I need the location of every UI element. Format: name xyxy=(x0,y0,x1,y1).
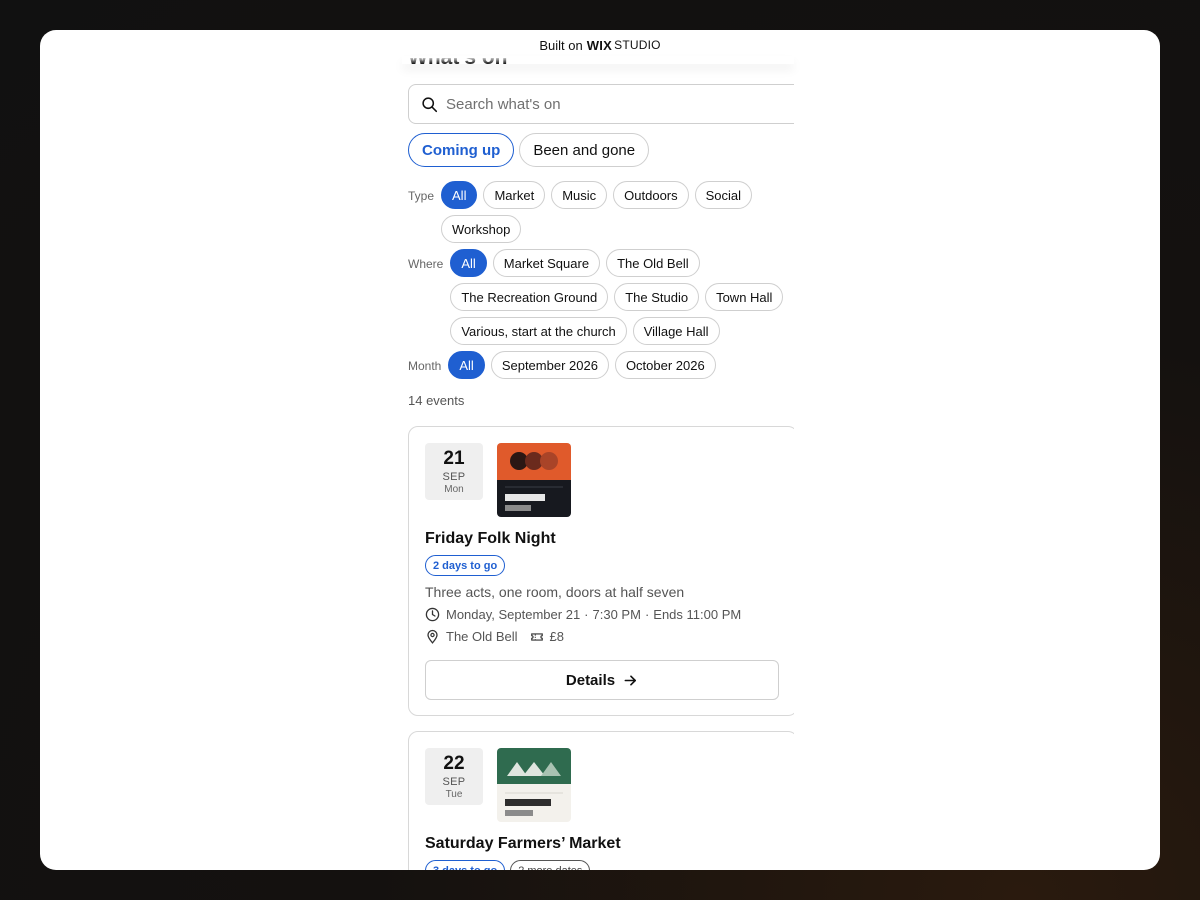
filter-where-chips: All Market Square The Old Bell The Recre… xyxy=(450,249,794,345)
wix-studio-text: STUDIO xyxy=(614,38,661,52)
chip-type-music[interactable]: Music xyxy=(551,181,608,209)
event-day: 22 xyxy=(443,752,465,774)
filter-month: Month All September 2026 October 2026 xyxy=(408,351,768,379)
chip-where-church[interactable]: Various, start at the church xyxy=(450,317,627,345)
event-badges: 3 days to go 2 more dates xyxy=(425,860,591,870)
filter-month-label: Month xyxy=(408,359,442,373)
event-time: Monday, September 21 · 7:30 PM · Ends 11… xyxy=(425,607,741,622)
filter-type: Type All Market Music Outdoors Social Wo… xyxy=(408,181,761,243)
meta-separator: · xyxy=(644,607,650,622)
arrow-right-icon xyxy=(624,674,637,686)
timeframe-tabs: Coming up Been and gone xyxy=(408,133,650,167)
event-badges: 2 days to go xyxy=(425,555,506,576)
chip-where-studio[interactable]: The Studio xyxy=(614,283,700,311)
event-start-time: 7:30 PM xyxy=(592,607,641,622)
tab-coming-up[interactable]: Coming up xyxy=(408,133,515,167)
wix-banner[interactable]: Built on WIX STUDIO xyxy=(40,30,1160,60)
preview-frame: Built on WIX STUDIO What's on Coming up … xyxy=(40,30,1160,870)
event-card[interactable]: 21 SEP Mon Friday Folk Night 2 days to g… xyxy=(408,426,794,716)
countdown-badge: 3 days to go xyxy=(425,860,506,870)
meta-separator: · xyxy=(584,607,589,622)
chip-where-all[interactable]: All xyxy=(450,249,487,277)
event-date: 22 SEP Tue xyxy=(425,748,483,805)
events-page: What's on Coming up Been and gone Type A… xyxy=(408,30,794,870)
more-dates-badge: 2 more dates xyxy=(510,860,591,870)
location-pin-icon xyxy=(427,629,438,644)
event-title[interactable]: Friday Folk Night xyxy=(425,530,556,548)
event-day: 21 xyxy=(443,447,465,469)
event-location: The Old Bell £8 xyxy=(425,629,564,644)
details-button-label: Details xyxy=(565,671,616,689)
event-description: Three acts, one room, doors at half seve… xyxy=(425,584,685,600)
filter-month-chips: All September 2026 October 2026 xyxy=(448,351,768,379)
clock-icon xyxy=(425,607,440,622)
event-title[interactable]: Saturday Farmers’ Market xyxy=(425,835,621,853)
chip-where-old-bell[interactable]: The Old Bell xyxy=(606,249,700,277)
chip-month-all[interactable]: All xyxy=(448,351,485,379)
details-button[interactable]: Details xyxy=(425,660,779,700)
event-price: £8 xyxy=(549,629,565,644)
countdown-badge: 2 days to go xyxy=(425,555,506,576)
chip-type-outdoors[interactable]: Outdoors xyxy=(613,181,689,209)
event-weekday: Mon xyxy=(444,483,464,495)
chip-where-town-hall[interactable]: Town Hall xyxy=(705,283,784,311)
search-box[interactable] xyxy=(408,84,794,124)
chip-where-recreation-ground[interactable]: The Recreation Ground xyxy=(450,283,609,311)
event-venue: The Old Bell xyxy=(446,629,518,644)
search-icon xyxy=(422,96,438,112)
event-month: SEP xyxy=(442,470,466,483)
tab-been-and-gone[interactable]: Been and gone xyxy=(519,133,650,167)
filter-where-label: Where xyxy=(408,257,444,271)
event-count: 14 events xyxy=(408,393,465,408)
event-end-time: Ends 11:00 PM xyxy=(653,607,742,622)
event-date: 21 SEP Mon xyxy=(425,443,483,500)
filter-type-chips: All Market Music Outdoors Social Worksho… xyxy=(441,181,761,243)
chip-month-september[interactable]: September 2026 xyxy=(490,351,609,379)
wix-logo: WIX xyxy=(586,37,613,53)
event-date-text: Monday, September 21 xyxy=(446,607,581,622)
event-thumbnail xyxy=(497,748,571,822)
chip-where-village-hall[interactable]: Village Hall xyxy=(632,317,720,345)
event-card[interactable]: 22 SEP Tue Saturday Farmers’ Market xyxy=(408,731,794,870)
chip-type-market[interactable]: Market xyxy=(483,181,546,209)
event-weekday: Tue xyxy=(445,788,463,800)
wix-banner-prefix: Built on xyxy=(539,37,583,53)
search-input[interactable] xyxy=(446,95,766,113)
filter-where: Where All Market Square The Old Bell The… xyxy=(408,249,794,345)
chip-month-october[interactable]: October 2026 xyxy=(614,351,716,379)
chip-where-market-square[interactable]: Market Square xyxy=(492,249,601,277)
ticket-icon xyxy=(530,632,543,641)
chip-type-workshop[interactable]: Workshop xyxy=(441,215,522,243)
event-month: SEP xyxy=(442,775,466,788)
filter-type-label: Type xyxy=(408,189,435,203)
chip-type-all[interactable]: All xyxy=(441,181,478,209)
chip-type-social[interactable]: Social xyxy=(694,181,753,209)
event-thumbnail xyxy=(497,443,571,517)
